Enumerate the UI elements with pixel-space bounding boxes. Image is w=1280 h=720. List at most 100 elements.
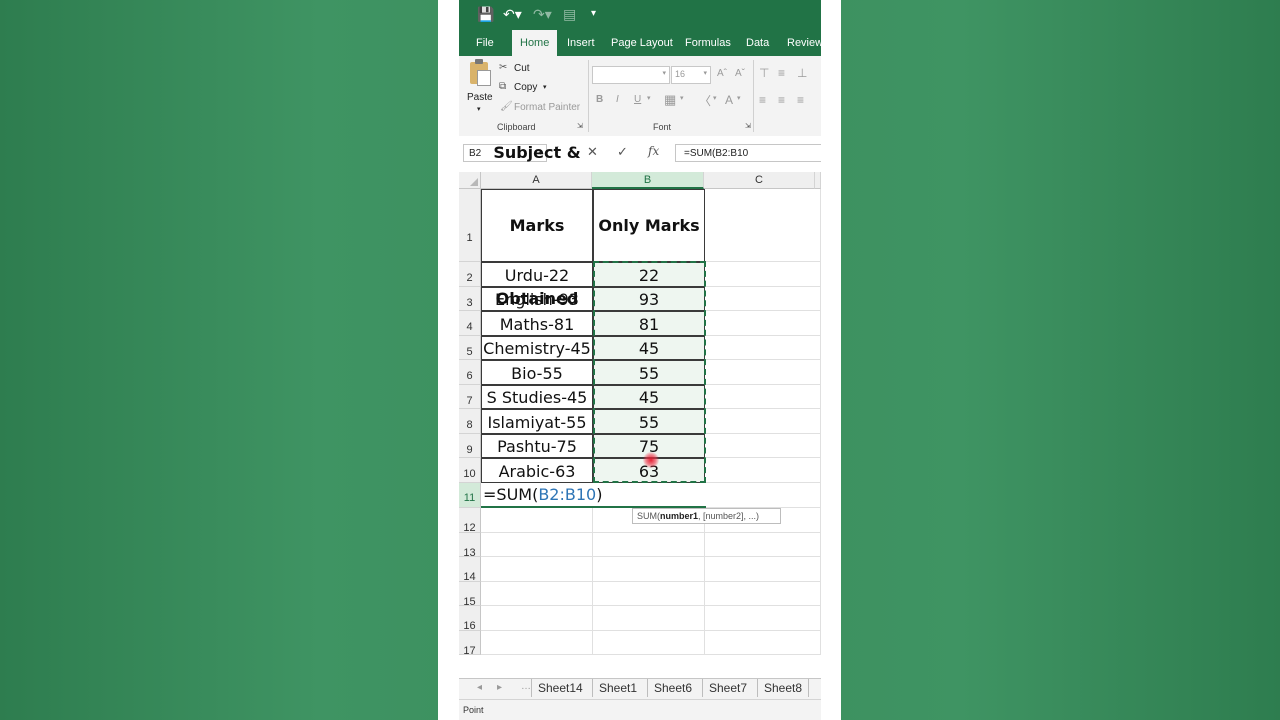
row-header[interactable]: 9 <box>459 434 481 458</box>
empty-cell[interactable] <box>705 606 821 631</box>
subject-cell[interactable]: Urdu-22 <box>481 262 593 287</box>
align-center-icon[interactable]: ≡ <box>778 93 785 107</box>
align-left-icon[interactable]: ≡ <box>759 93 766 107</box>
row-header[interactable]: 5 <box>459 336 481 360</box>
row-header[interactable]: 10 <box>459 458 481 483</box>
row-header[interactable]: 15 <box>459 581 481 608</box>
row-header[interactable]: 7 <box>459 385 481 409</box>
font-size-box[interactable]: 16 ▾ <box>671 66 711 84</box>
empty-cell[interactable] <box>593 606 705 631</box>
row-header[interactable]: 3 <box>459 287 481 311</box>
empty-cell[interactable] <box>705 630 821 655</box>
subject-cell[interactable]: Arabic-63 <box>481 458 593 483</box>
underline-button[interactable]: U <box>634 94 641 105</box>
fill-color-icon[interactable]: 〈 <box>699 92 711 109</box>
decrease-font-icon[interactable]: Aˇ <box>735 68 745 79</box>
empty-cell[interactable] <box>481 557 593 582</box>
row-header[interactable]: 6 <box>459 360 481 385</box>
sheet-tab[interactable]: Sheet14 <box>531 679 589 697</box>
empty-cell[interactable] <box>705 483 821 508</box>
empty-cell[interactable] <box>705 532 821 557</box>
empty-cell[interactable] <box>593 557 705 582</box>
column-header-d[interactable] <box>815 172 821 189</box>
select-all-button[interactable] <box>459 172 481 189</box>
tab-review[interactable]: Review <box>782 30 828 56</box>
tab-page-layout[interactable]: Page Layout <box>606 30 678 56</box>
subject-cell[interactable]: Bio-55 <box>481 360 593 385</box>
row-header[interactable]: 4 <box>459 311 481 336</box>
scroll-tabs-right-icon[interactable]: ▸ <box>497 682 502 693</box>
insert-function-icon[interactable]: fx <box>648 144 659 158</box>
empty-cell[interactable] <box>705 287 821 311</box>
redo-icon[interactable]: ↷▾ <box>533 6 552 23</box>
subject-cell[interactable]: Pashtu-75 <box>481 434 593 458</box>
font-launcher-icon[interactable]: ⇲ <box>745 122 751 130</box>
enter-icon[interactable]: ✓ <box>617 144 628 160</box>
row-header[interactable]: 1 <box>459 189 481 262</box>
tab-home[interactable]: Home <box>512 30 558 56</box>
sheet-tab[interactable]: Sheet7 <box>702 679 753 697</box>
italic-button[interactable]: I <box>616 94 619 105</box>
cut-icon[interactable]: ✂ <box>499 62 507 73</box>
scroll-tabs-left-icon[interactable]: ◂ <box>477 682 482 693</box>
subject-cell[interactable]: Chemistry-45 <box>481 336 593 360</box>
cut-button[interactable]: Cut <box>514 63 530 74</box>
underline-dropdown-icon[interactable]: ▾ <box>647 94 651 102</box>
bold-button[interactable]: B <box>596 94 603 105</box>
copy-button[interactable]: Copy <box>514 82 537 93</box>
row-header[interactable]: 2 <box>459 262 481 287</box>
customize-qat-icon[interactable]: ▾ <box>591 8 596 19</box>
empty-cell[interactable] <box>481 532 593 557</box>
font-color-dropdown-icon[interactable]: ▾ <box>737 94 741 102</box>
cancel-icon[interactable]: ✕ <box>587 144 598 160</box>
empty-cell[interactable] <box>593 630 705 655</box>
align-middle-icon[interactable]: ≡ <box>778 66 785 80</box>
column-header-b[interactable]: B <box>592 172 704 189</box>
row-header[interactable]: 16 <box>459 606 481 632</box>
empty-cell[interactable] <box>481 508 593 533</box>
row-header[interactable]: 8 <box>459 409 481 434</box>
empty-cell[interactable] <box>705 262 821 287</box>
more-sheets-icon[interactable]: … <box>521 681 531 692</box>
increase-font-icon[interactable]: Aˆ <box>717 68 727 79</box>
tab-formulas[interactable]: Formulas <box>680 30 736 56</box>
row-header[interactable]: 13 <box>459 532 481 559</box>
sheet-tab[interactable]: Sheet6 <box>647 679 698 697</box>
form-icon[interactable]: ▤ <box>563 6 576 23</box>
format-painter-icon[interactable]: 🖌 <box>500 101 513 112</box>
align-right-icon[interactable]: ≡ <box>797 93 804 107</box>
empty-cell[interactable] <box>705 458 821 483</box>
borders-icon[interactable]: ▦ <box>664 92 676 108</box>
empty-cell[interactable] <box>481 606 593 631</box>
row-header[interactable]: 14 <box>459 557 481 583</box>
column-b-header-cell[interactable]: Only Marks <box>593 189 705 262</box>
subject-cell[interactable]: English-93 <box>481 287 593 311</box>
subject-cell[interactable]: Islamiyat-55 <box>481 409 593 434</box>
paste-button[interactable]: Paste ▾ <box>465 59 495 118</box>
font-color-icon[interactable]: A <box>725 93 733 107</box>
empty-cell[interactable] <box>481 630 593 655</box>
empty-cell[interactable] <box>593 532 705 557</box>
align-bottom-icon[interactable]: ⊥ <box>797 66 807 80</box>
sheet-tab[interactable]: Sheet1 <box>592 679 643 697</box>
format-painter-button[interactable]: Format Painter <box>514 102 580 113</box>
empty-cell[interactable] <box>481 581 593 606</box>
align-top-icon[interactable]: ⊤ <box>759 66 769 80</box>
column-a-header-cell[interactable]: Subject & Marks Obtained <box>481 143 593 308</box>
row-header[interactable]: 17 <box>459 630 481 657</box>
subject-cell[interactable]: Maths-81 <box>481 311 593 336</box>
font-name-box[interactable]: ▾ <box>592 66 670 84</box>
empty-cell[interactable] <box>705 557 821 582</box>
empty-cell[interactable] <box>705 360 821 385</box>
empty-cell[interactable] <box>705 581 821 606</box>
column-header-c[interactable]: C <box>704 172 815 189</box>
empty-cell[interactable] <box>705 434 821 458</box>
empty-cell[interactable] <box>705 311 821 336</box>
tab-data[interactable]: Data <box>741 30 774 56</box>
borders-dropdown-icon[interactable]: ▾ <box>680 94 684 102</box>
copy-dropdown-icon[interactable]: ▾ <box>543 83 547 91</box>
undo-icon[interactable]: ↶▾ <box>503 6 522 23</box>
save-icon[interactable]: 💾 <box>477 6 494 23</box>
row-header[interactable]: 11 <box>459 483 481 508</box>
row-header[interactable]: 12 <box>459 508 481 534</box>
